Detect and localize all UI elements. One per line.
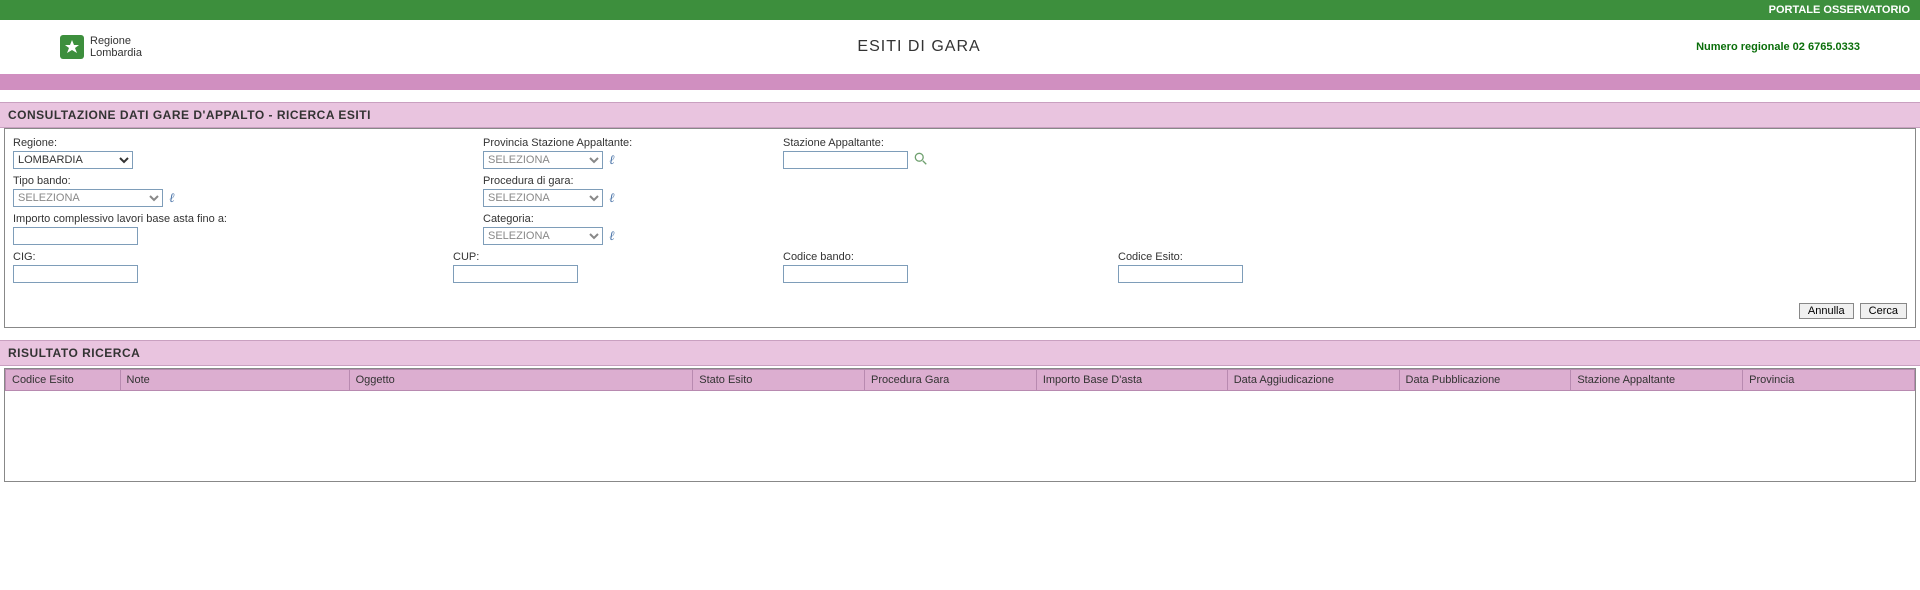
cig-label: CIG: xyxy=(13,251,483,263)
col-data-aggiudicazione[interactable]: Data Aggiudicazione xyxy=(1227,370,1399,391)
stazione-search-icon[interactable] xyxy=(914,152,928,169)
page-title: ESITI DI GARA xyxy=(857,38,980,56)
cig-input[interactable] xyxy=(13,265,138,283)
col-procedura-gara[interactable]: Procedura Gara xyxy=(865,370,1037,391)
codice-esito-input[interactable] xyxy=(1118,265,1243,283)
col-oggetto[interactable]: Oggetto xyxy=(349,370,693,391)
search-form-panel: Regione: LOMBARDIA Provincia Stazione Ap… xyxy=(4,128,1916,328)
categoria-label: Categoria: xyxy=(483,213,783,225)
col-stato-esito[interactable]: Stato Esito xyxy=(693,370,865,391)
regione-label: Regione: xyxy=(13,137,483,149)
divider-strip xyxy=(0,74,1920,90)
portal-label: PORTALE OSSERVATORIO xyxy=(1769,4,1910,16)
col-note[interactable]: Note xyxy=(120,370,349,391)
stazione-label: Stazione Appaltante: xyxy=(783,137,1453,149)
importo-label: Importo complessivo lavori base asta fin… xyxy=(13,213,483,225)
cerca-button[interactable]: Cerca xyxy=(1860,303,1907,319)
header: Regione Lombardia ESITI DI GARA Numero r… xyxy=(0,20,1920,74)
cup-label: CUP: xyxy=(453,251,783,263)
logo-block: Regione Lombardia xyxy=(60,35,142,59)
tipo-bando-select[interactable]: SELEZIONA xyxy=(13,189,163,207)
phone-number: Numero regionale 02 6765.0333 xyxy=(1696,41,1860,53)
stazione-input[interactable] xyxy=(783,151,908,169)
categoria-select[interactable]: SELEZIONA xyxy=(483,227,603,245)
categoria-help-icon[interactable]: ℓ xyxy=(609,229,623,243)
form-section-header: CONSULTAZIONE DATI GARE D'APPALTO - RICE… xyxy=(0,102,1920,128)
cup-input[interactable] xyxy=(453,265,578,283)
codice-bando-label: Codice bando: xyxy=(783,251,1118,263)
results-panel: Codice Esito Note Oggetto Stato Esito Pr… xyxy=(4,368,1916,482)
procedura-select[interactable]: SELEZIONA xyxy=(483,189,603,207)
regione-select[interactable]: LOMBARDIA xyxy=(13,151,133,169)
results-table: Codice Esito Note Oggetto Stato Esito Pr… xyxy=(5,369,1915,481)
logo-text: Regione Lombardia xyxy=(90,35,142,59)
codice-esito-label: Codice Esito: xyxy=(1118,251,1453,263)
procedura-help-icon[interactable]: ℓ xyxy=(609,191,623,205)
results-section-header: RISULTATO RICERCA xyxy=(0,340,1920,366)
col-provincia[interactable]: Provincia xyxy=(1743,370,1915,391)
col-importo-base[interactable]: Importo Base D'asta xyxy=(1036,370,1227,391)
top-bar: PORTALE OSSERVATORIO xyxy=(0,0,1920,20)
tipo-bando-help-icon[interactable]: ℓ xyxy=(169,191,183,205)
col-data-pubblicazione[interactable]: Data Pubblicazione xyxy=(1399,370,1571,391)
logo-line2: Lombardia xyxy=(90,47,142,59)
logo-line1: Regione xyxy=(90,35,142,47)
provincia-help-icon[interactable]: ℓ xyxy=(609,153,623,167)
provincia-label: Provincia Stazione Appaltante: xyxy=(483,137,783,149)
col-codice-esito[interactable]: Codice Esito xyxy=(6,370,121,391)
region-logo-icon xyxy=(60,35,84,59)
codice-bando-input[interactable] xyxy=(783,265,908,283)
importo-input[interactable] xyxy=(13,227,138,245)
col-stazione-appaltante[interactable]: Stazione Appaltante xyxy=(1571,370,1743,391)
provincia-select[interactable]: SELEZIONA xyxy=(483,151,603,169)
tipo-bando-label: Tipo bando: xyxy=(13,175,483,187)
procedura-label: Procedura di gara: xyxy=(483,175,783,187)
annulla-button[interactable]: Annulla xyxy=(1799,303,1854,319)
